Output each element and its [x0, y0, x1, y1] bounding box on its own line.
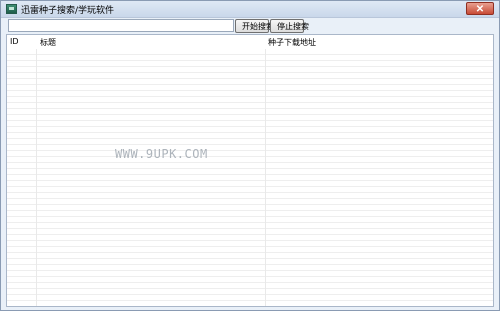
column-header-download-url[interactable]: 种子下载地址	[268, 37, 316, 48]
search-input[interactable]	[8, 19, 234, 32]
column-header-title[interactable]: 标题	[40, 37, 56, 48]
column-divider	[36, 49, 37, 306]
column-divider	[265, 49, 266, 306]
window-title: 迅雷种子搜索/学玩软件	[21, 6, 115, 16]
start-search-button[interactable]: 开始搜索	[235, 19, 274, 33]
site-watermark: WWW.9UPK.COM	[115, 147, 208, 161]
results-list[interactable]: ID 标题 种子下载地址	[6, 34, 494, 307]
results-header: ID 标题 种子下载地址	[7, 35, 493, 50]
stop-search-button[interactable]: 停止搜索	[270, 19, 309, 33]
column-header-id[interactable]: ID	[10, 37, 19, 46]
title-bar[interactable]: 迅雷种子搜索/学玩软件 ✕	[1, 1, 499, 18]
close-button[interactable]: ✕	[466, 2, 494, 15]
results-rows[interactable]	[7, 49, 493, 306]
app-window: 迅雷种子搜索/学玩软件 ✕ 开始搜索 停止搜索 ID 标题 种子下载地址 WWW…	[0, 0, 500, 311]
search-toolbar: 开始搜索 停止搜索	[4, 18, 498, 33]
app-icon	[6, 4, 17, 14]
